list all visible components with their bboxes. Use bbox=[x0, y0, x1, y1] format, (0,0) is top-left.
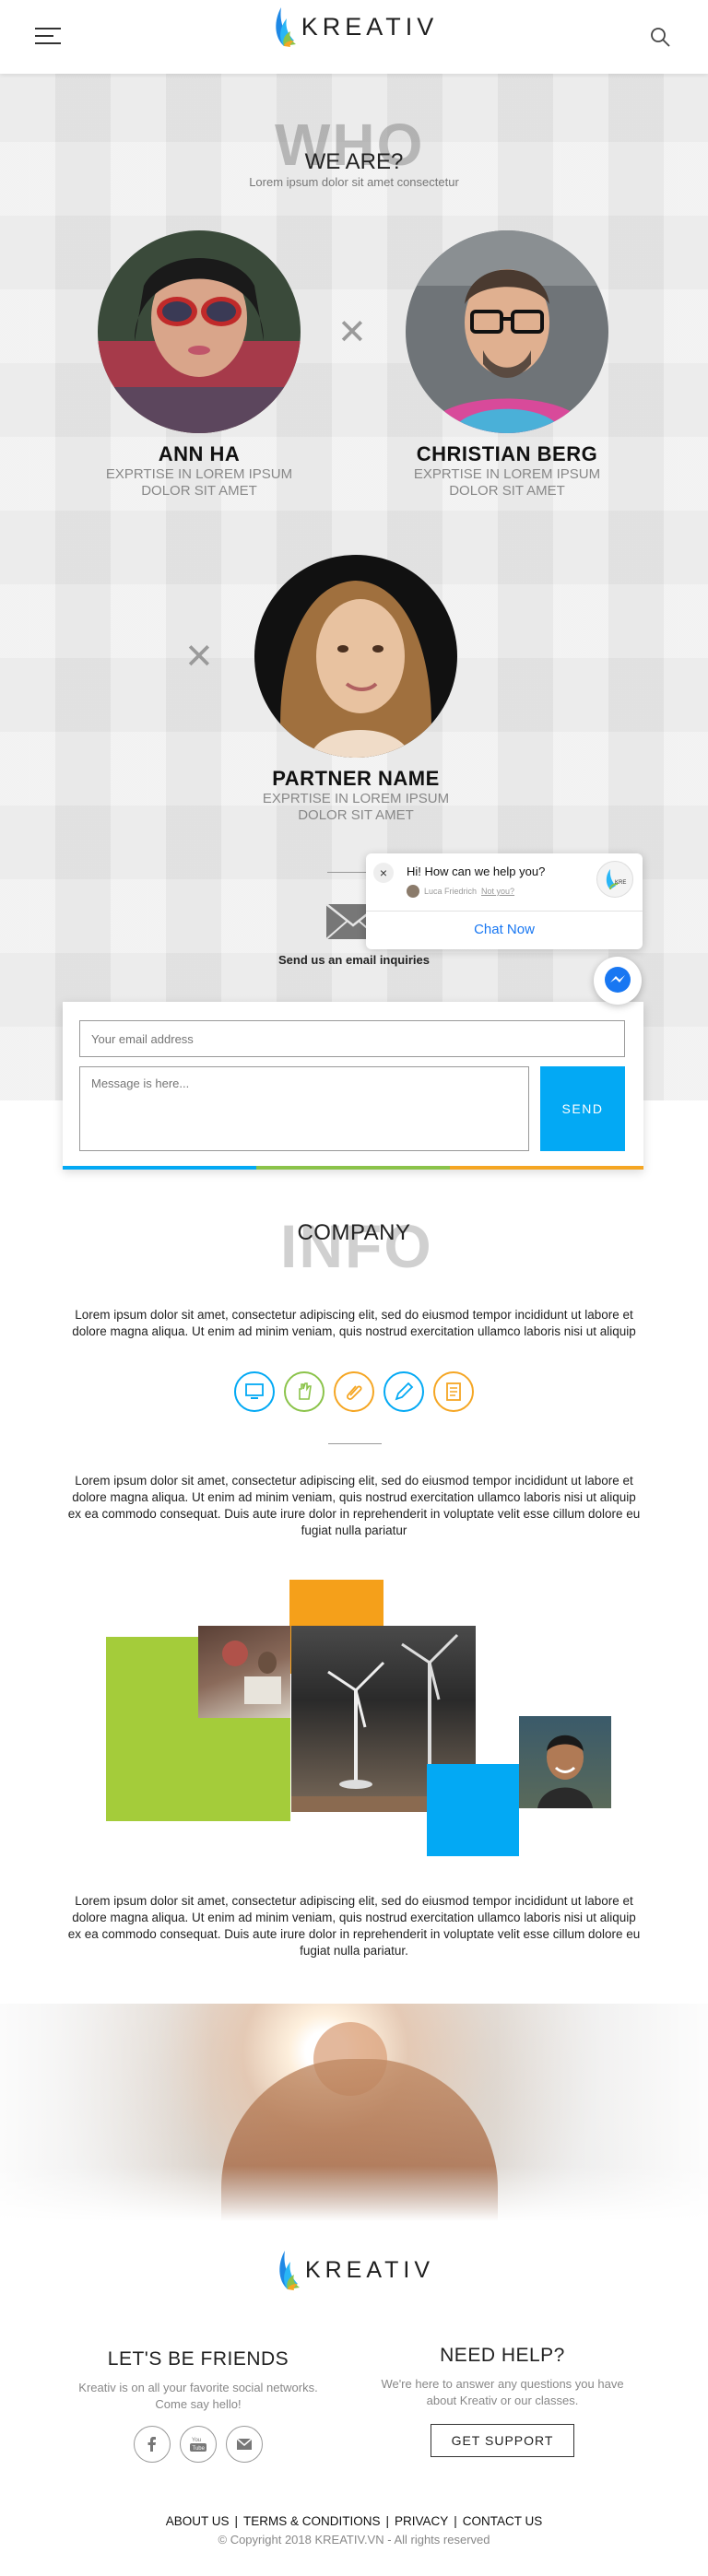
photo-students bbox=[198, 1626, 290, 1718]
team-member-card: PARTNER NAME EXPRTISE IN LOREM IPSUM DOL… bbox=[245, 555, 466, 824]
message-field[interactable] bbox=[79, 1066, 529, 1151]
member-role: EXPRTISE IN LOREM IPSUM DOLOR SIT AMET bbox=[413, 466, 601, 499]
team-member-card: ANN HA EXPRTISE IN LOREM IPSUM DOLOR SIT… bbox=[88, 230, 310, 500]
help-title: NEED HELP? bbox=[440, 2345, 565, 2366]
kreativ-feather-icon bbox=[279, 2251, 300, 2290]
pen-icon bbox=[384, 1371, 424, 1412]
member-name: PARTNER NAME bbox=[272, 767, 440, 790]
member-role: EXPRTISE IN LOREM IPSUM DOLOR SIT AMET bbox=[262, 791, 450, 823]
messenger-launcher[interactable] bbox=[594, 957, 642, 1005]
search-icon[interactable] bbox=[649, 26, 671, 48]
email-icon[interactable] bbox=[226, 2426, 263, 2463]
close-x-decoration-icon: ✕ bbox=[337, 313, 367, 352]
footer-brand-logo[interactable]: KREATIV bbox=[0, 2249, 708, 2296]
friends-title: LET'S BE FRIENDS bbox=[107, 2348, 289, 2370]
site-header: KREATIV bbox=[0, 0, 708, 74]
hand-icon bbox=[284, 1371, 324, 1412]
kreativ-feather-icon bbox=[276, 7, 296, 47]
close-chat-button[interactable]: × bbox=[373, 863, 394, 883]
chat-widget: × Hi! How can we help you? Luca Friedric… bbox=[366, 853, 643, 949]
youtube-icon[interactable]: You Tube bbox=[180, 2426, 217, 2463]
feature-icons-row bbox=[234, 1371, 474, 1412]
chat-agent-name: Luca Friedrich bbox=[424, 887, 478, 896]
color-accent-bar bbox=[63, 1166, 643, 1170]
email-field[interactable] bbox=[79, 1020, 625, 1057]
footer-link-contact[interactable]: CONTACT US bbox=[463, 2514, 543, 2528]
info-paragraph: Lorem ipsum dolor sit amet, consectetur … bbox=[72, 1308, 636, 1338]
who-title: WE ARE? bbox=[304, 149, 404, 174]
chat-agent-line: Luca Friedrich Not you? bbox=[407, 885, 514, 898]
who-we-are-section: WHO WE ARE? Lorem ipsum dolor sit amet c… bbox=[0, 74, 708, 1170]
member-name: ANN HA bbox=[158, 442, 241, 465]
blue-block bbox=[427, 1764, 519, 1856]
svg-text:You: You bbox=[192, 2438, 201, 2443]
social-links: You Tube bbox=[74, 2426, 323, 2463]
info-paragraph: Lorem ipsum dolor sit amet, consectetur … bbox=[67, 1894, 641, 1958]
social-column: LET'S BE FRIENDS Kreativ is on all your … bbox=[74, 2348, 323, 2463]
image-collage bbox=[0, 1580, 708, 1865]
member-role: EXPRTISE IN LOREM IPSUM DOLOR SIT AMET bbox=[105, 466, 293, 499]
notepad-icon bbox=[433, 1371, 474, 1412]
copyright-text: © Copyright 2018 KREATIV.VN - All rights… bbox=[218, 2533, 490, 2547]
brand-logo[interactable]: KREATIV bbox=[0, 6, 708, 53]
get-support-button[interactable]: GET SUPPORT bbox=[430, 2424, 575, 2457]
friends-text: Kreativ is on all your favorite social n… bbox=[78, 2381, 318, 2411]
brand-name: KREATIV bbox=[301, 12, 439, 41]
help-column: NEED HELP? We're here to answer any ques… bbox=[378, 2345, 627, 2457]
chat-question: Hi! How can we help you? bbox=[407, 865, 546, 878]
info-paragraph: Lorem ipsum dolor sit amet, consectetur … bbox=[67, 1474, 641, 1537]
help-text: We're here to answer any questions you h… bbox=[381, 2377, 624, 2407]
contact-form: SEND bbox=[63, 1002, 643, 1170]
not-you-link[interactable]: Not you? bbox=[481, 887, 514, 896]
footer-nav: ABOUT US | TERMS & CONDITIONS | PRIVACY | CONT… bbox=[165, 2514, 543, 2528]
who-lead: Lorem ipsum dolor sit amet consectetur bbox=[249, 175, 459, 189]
chat-now-button[interactable]: Chat Now bbox=[366, 922, 643, 937]
team-member-card: CHRISTIAN BERG EXPRTISE IN LOREM IPSUM D… bbox=[396, 230, 618, 500]
svg-text:KRE: KRE bbox=[615, 880, 626, 886]
footer-link-privacy[interactable]: PRIVACY bbox=[395, 2514, 448, 2528]
chat-brand-avatar: KRE bbox=[596, 861, 633, 898]
section-divider bbox=[328, 1443, 382, 1444]
footer-brand-name: KREATIV bbox=[304, 2256, 435, 2283]
hero-image bbox=[0, 2004, 708, 2221]
member-name: CHRISTIAN BERG bbox=[416, 442, 598, 465]
member-photo bbox=[406, 230, 608, 433]
close-x-decoration-icon: ✕ bbox=[184, 638, 214, 676]
svg-text:Tube: Tube bbox=[193, 2446, 206, 2452]
paperclip-icon bbox=[334, 1371, 374, 1412]
messenger-icon bbox=[605, 967, 631, 993]
footer-link-terms[interactable]: TERMS & CONDITIONS bbox=[243, 2514, 381, 2528]
facebook-icon[interactable] bbox=[134, 2426, 171, 2463]
company-info-section: INFO COMPANY Lorem ipsum dolor sit amet,… bbox=[0, 1100, 708, 2004]
photo-smiling-man bbox=[519, 1716, 611, 1808]
member-photo bbox=[98, 230, 301, 433]
computer-icon bbox=[234, 1371, 275, 1412]
site-footer: KREATIV LET'S BE FRIENDS Kreativ is on a… bbox=[0, 2221, 708, 2576]
avatar bbox=[407, 885, 419, 898]
member-photo bbox=[254, 555, 457, 758]
footer-link-about[interactable]: ABOUT US bbox=[166, 2514, 230, 2528]
info-title: COMPANY bbox=[297, 1220, 411, 1245]
send-button[interactable]: SEND bbox=[540, 1066, 625, 1151]
